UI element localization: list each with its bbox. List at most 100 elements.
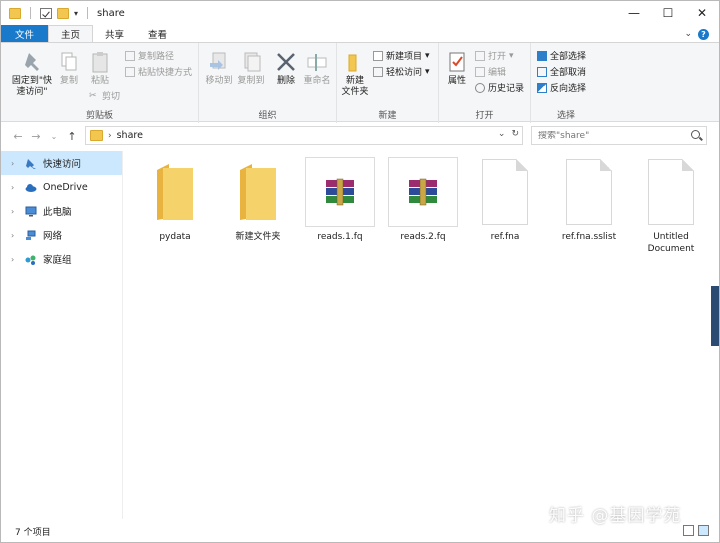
move-to-icon: [210, 52, 226, 70]
document-icon: [482, 159, 528, 225]
copy-button[interactable]: 复制: [57, 51, 81, 87]
select-all-button[interactable]: 全部选择: [537, 49, 586, 62]
clipboard-group: 固定到"快 速访问" 复制 粘贴 复制路径 粘贴快捷方式 ✂ 剪切 剪贴板: [1, 43, 199, 123]
chevron-right-icon[interactable]: ›: [11, 255, 19, 264]
cut-button[interactable]: ✂ 剪切: [89, 89, 120, 103]
chevron-down-icon[interactable]: ⌄: [498, 129, 506, 139]
properties-icon[interactable]: [40, 7, 52, 19]
select-none-icon: [537, 66, 547, 77]
new-folder-icon[interactable]: [57, 7, 69, 19]
sidebar-item-quick-access[interactable]: › 快速访问: [1, 151, 122, 175]
sidebar-item-this-pc[interactable]: › 此电脑: [1, 199, 122, 223]
chevron-right-icon[interactable]: ›: [11, 207, 19, 216]
tab-share[interactable]: 共享: [93, 25, 136, 43]
file-item[interactable]: ref.fna.sslist: [553, 157, 625, 243]
sidebar-item-homegroup[interactable]: › 家庭组: [1, 247, 122, 271]
group-label: 新建: [378, 111, 397, 121]
address-bar[interactable]: › share ⌄ ↻: [85, 126, 523, 145]
minimize-button[interactable]: —: [617, 1, 651, 25]
tab-file[interactable]: 文件: [1, 25, 49, 43]
chevron-right-icon[interactable]: ›: [11, 183, 19, 192]
large-icons-view-icon[interactable]: [698, 525, 709, 536]
properties-icon: [449, 52, 465, 72]
copy-to-button[interactable]: 复制到: [235, 51, 267, 87]
back-button[interactable]: ←: [9, 130, 27, 143]
recent-locations-button[interactable]: ⌄: [45, 132, 63, 141]
new-folder-button[interactable]: 新建 文件夹: [339, 51, 371, 98]
search-box[interactable]: [531, 126, 707, 145]
folder-icon: [9, 7, 21, 19]
file-list: pydata 新建文件夹 reads.1.fq reads.2.fq ref.f…: [123, 151, 719, 519]
help-icon[interactable]: ?: [698, 28, 709, 40]
window-controls: — ☐ ✕: [617, 1, 719, 25]
edit-button[interactable]: 编辑: [475, 65, 506, 78]
pin-quick-access-button[interactable]: 固定到"快 速访问": [7, 51, 57, 98]
file-item[interactable]: 新建文件夹: [222, 157, 294, 243]
select-all-icon: [537, 50, 547, 61]
search-input[interactable]: [538, 130, 678, 141]
item-name: pydata: [159, 232, 191, 242]
file-item[interactable]: pydata: [139, 157, 211, 243]
chevron-down-icon[interactable]: ▾: [74, 9, 78, 18]
chevron-down-icon: ▾: [425, 66, 430, 77]
history-button[interactable]: 历史记录: [475, 81, 524, 94]
tab-view[interactable]: 查看: [136, 25, 179, 43]
file-item[interactable]: ref.fna: [469, 157, 541, 243]
easy-access-button[interactable]: 轻松访问 ▾: [373, 65, 430, 78]
open-button[interactable]: 打开 ▾: [475, 49, 514, 62]
item-name: reads.2.fq: [400, 232, 446, 242]
item-thumbnail: [140, 157, 210, 227]
divider: [87, 7, 89, 19]
item-name: ref.fna.sslist: [561, 232, 617, 242]
file-item[interactable]: reads.2.fq: [387, 157, 459, 243]
folder-icon: [90, 130, 103, 141]
refresh-icon[interactable]: ↻: [511, 129, 519, 139]
address-path[interactable]: share: [117, 130, 143, 141]
file-item[interactable]: reads.1.fq: [304, 157, 376, 243]
sidebar-item-onedrive[interactable]: › OneDrive: [1, 175, 122, 199]
open-icon: [475, 50, 485, 61]
chevron-down-icon[interactable]: ⌄: [684, 29, 692, 39]
navigation-pane: › 快速访问 › OneDrive › 此电脑 › 网络 › 家庭组: [1, 151, 123, 519]
details-view-icon[interactable]: [683, 525, 694, 536]
chevron-down-icon: ▾: [509, 50, 514, 61]
copy-path-button[interactable]: 复制路径: [125, 49, 174, 62]
title-bar: ▾ share — ☐ ✕: [1, 1, 719, 25]
open-group: 属性 打开 ▾ 编辑 历史记录 打开: [439, 43, 531, 123]
copy-path-icon: [125, 50, 135, 61]
delete-icon: [277, 53, 295, 71]
folder-icon: [157, 164, 193, 220]
properties-button[interactable]: 属性: [443, 51, 471, 87]
sidebar-item-network[interactable]: › 网络: [1, 223, 122, 247]
chevron-right-icon[interactable]: ›: [108, 131, 112, 141]
chevron-right-icon[interactable]: ›: [11, 231, 19, 240]
chevron-right-icon[interactable]: ›: [11, 159, 19, 168]
invert-selection-button[interactable]: 反向选择: [537, 81, 586, 94]
up-button[interactable]: ↑: [63, 130, 81, 143]
item-thumbnail: [305, 157, 375, 227]
search-icon[interactable]: [691, 130, 700, 139]
homegroup-icon: [25, 255, 36, 265]
copy-icon: [61, 52, 77, 71]
rename-button[interactable]: 重命名: [301, 51, 333, 87]
delete-button[interactable]: 删除: [271, 51, 301, 87]
forward-button[interactable]: →: [27, 130, 45, 143]
close-button[interactable]: ✕: [685, 1, 719, 25]
maximize-button[interactable]: ☐: [651, 1, 685, 25]
tab-home[interactable]: 主页: [48, 25, 94, 43]
document-icon: [648, 159, 694, 225]
window-title: share: [97, 7, 125, 19]
paste-shortcut-button[interactable]: 粘贴快捷方式: [125, 65, 192, 78]
item-thumbnail: [554, 157, 624, 227]
new-item-button[interactable]: 新建项目 ▾: [373, 49, 430, 62]
rename-icon: [307, 54, 327, 71]
select-none-button[interactable]: 全部取消: [537, 65, 586, 78]
address-controls: ⌄ ↻: [498, 129, 519, 139]
group-label: 剪贴板: [85, 111, 113, 121]
paste-button[interactable]: 粘贴: [87, 51, 113, 87]
quick-access-toolbar: ▾ share: [1, 7, 125, 19]
move-to-button[interactable]: 移动到: [203, 51, 235, 87]
file-item[interactable]: Untitled Document: [635, 157, 707, 255]
edit-icon: [475, 66, 485, 77]
paste-icon: [92, 52, 108, 73]
